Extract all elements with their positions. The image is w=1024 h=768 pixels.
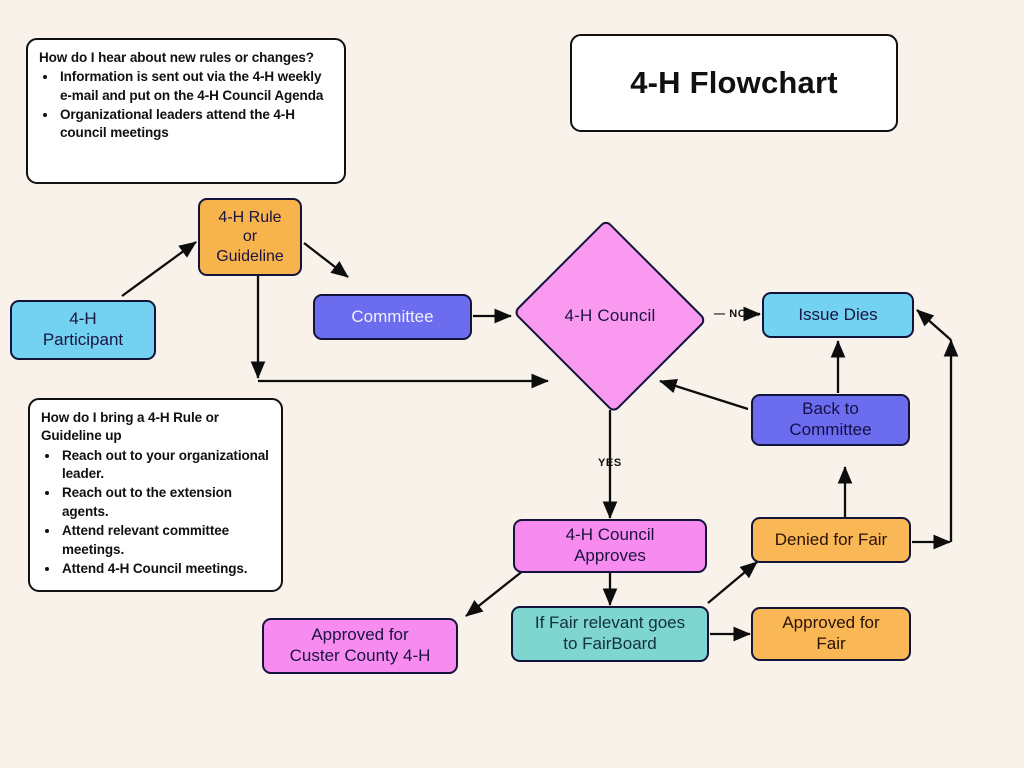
note-card-bring-rule-up: How do I bring a 4-H Rule or Guideline u… bbox=[28, 398, 283, 592]
node-label: Committee bbox=[351, 306, 434, 326]
node-label: Back to Committee bbox=[789, 399, 872, 439]
node-4h-participant[interactable]: 4-H Participant bbox=[10, 300, 156, 360]
note-bullet: Attend 4-H Council meetings. bbox=[60, 560, 271, 578]
node-label: 4-H Council Approves bbox=[565, 525, 655, 565]
node-approved-for-fair[interactable]: Approved for Fair bbox=[751, 607, 911, 661]
node-label: If Fair relevant goes to FairBoard bbox=[534, 613, 686, 653]
note-card-hear-about-rules: How do I hear about new rules or changes… bbox=[26, 38, 346, 184]
page-title: 4-H Flowchart bbox=[570, 34, 898, 132]
note-card-bullets: Information is sent out via the 4-H week… bbox=[28, 68, 344, 142]
note-bullet: Reach out to your organizational leader. bbox=[60, 447, 271, 484]
node-4h-rule-or-guideline[interactable]: 4-H Rule or Guideline bbox=[198, 198, 302, 276]
note-card-bullets: Reach out to your organizational leader.… bbox=[30, 447, 281, 579]
node-label: 4-H Participant bbox=[42, 309, 124, 349]
note-bullet: Reach out to the extension agents. bbox=[60, 484, 271, 521]
node-4h-council-approves[interactable]: 4-H Council Approves bbox=[513, 519, 707, 573]
node-committee[interactable]: Committee bbox=[313, 294, 472, 340]
edge-fairboard-to-denied bbox=[707, 561, 758, 604]
note-bullet: Attend relevant committee meetings. bbox=[60, 522, 271, 559]
node-fairboard[interactable]: If Fair relevant goes to FairBoard bbox=[511, 606, 709, 662]
node-4h-council-decision[interactable]: 4-H Council bbox=[509, 219, 711, 413]
node-label: Approved for Fair bbox=[782, 613, 880, 653]
node-label: 4-H Council bbox=[564, 306, 656, 325]
node-approved-custer-county[interactable]: Approved for Custer County 4-H bbox=[262, 618, 458, 674]
note-bullet: Information is sent out via the 4-H week… bbox=[58, 68, 334, 105]
node-label: Denied for Fair bbox=[774, 529, 888, 549]
edge-rule-to-committee bbox=[303, 242, 349, 278]
page-title-label: 4-H Flowchart bbox=[630, 65, 838, 100]
edge-riser-to-issue-dies bbox=[916, 309, 952, 341]
node-label: Approved for Custer County 4-H bbox=[289, 625, 431, 665]
node-back-to-committee[interactable]: Back to Committee bbox=[751, 394, 910, 446]
node-label: 4-H Rule or Guideline bbox=[216, 208, 284, 265]
node-denied-for-fair[interactable]: Denied for Fair bbox=[751, 517, 911, 563]
node-issue-dies[interactable]: Issue Dies bbox=[762, 292, 914, 338]
node-label: Issue Dies bbox=[798, 304, 878, 324]
note-card-heading: How do I bring a 4-H Rule or Guideline u… bbox=[41, 410, 219, 444]
edge-label-no: — NO → bbox=[714, 308, 763, 320]
note-card-heading: How do I hear about new rules or changes… bbox=[39, 50, 314, 65]
edge-label-yes: YES bbox=[598, 457, 622, 469]
flowchart-canvas: 4-H Flowchart How do I hear about new ru… bbox=[0, 0, 1024, 768]
note-bullet: Organizational leaders attend the 4-H co… bbox=[58, 106, 334, 143]
edge-participant-to-rule bbox=[121, 241, 197, 297]
